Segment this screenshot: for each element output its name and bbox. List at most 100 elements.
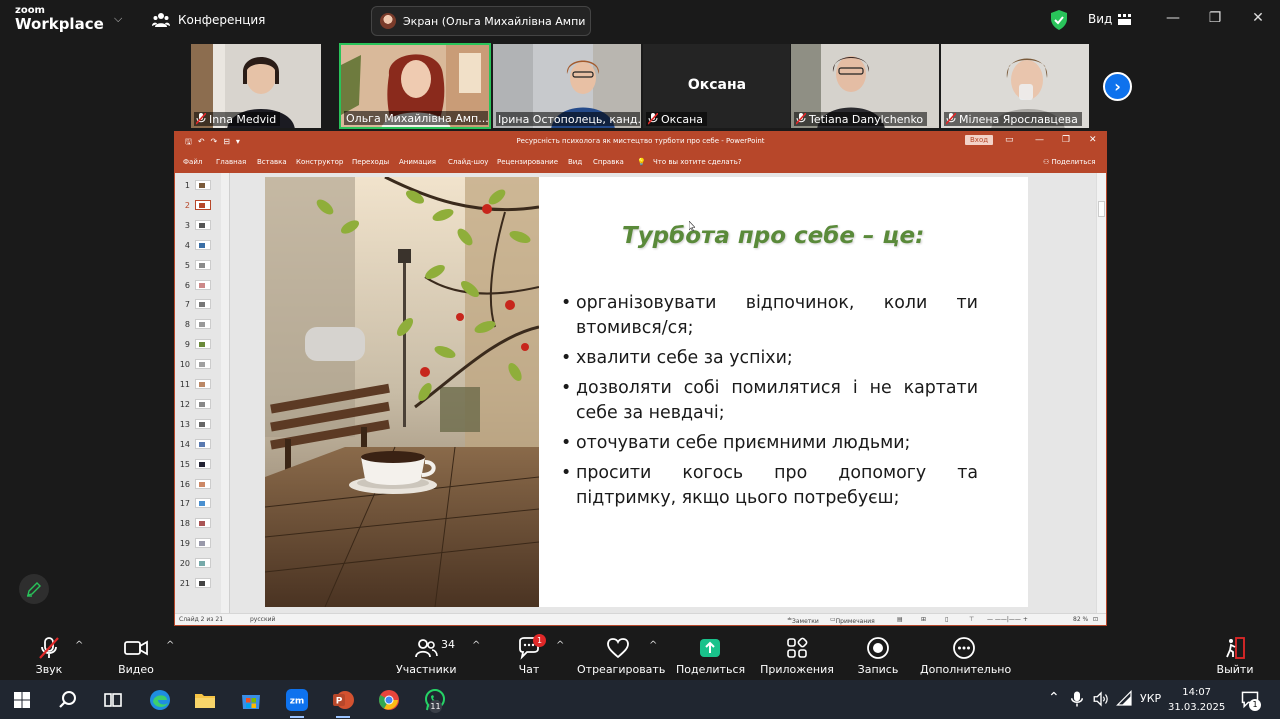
system-clock[interactable]: 14:07 31.03.2025	[1168, 685, 1225, 715]
tray-overflow-chevron-icon[interactable]: ⌃	[1048, 690, 1060, 706]
slide-thumbnail[interactable]: 19	[177, 536, 227, 552]
participant-tile[interactable]: Tetiana Danylchenko	[790, 43, 940, 129]
slide-thumbnail[interactable]: 10	[177, 357, 227, 373]
slide-thumbnail[interactable]: 14	[177, 437, 227, 453]
participant-tile[interactable]: Ірина Остополець, канд...	[492, 43, 642, 129]
view-button[interactable]: Вид	[1088, 12, 1132, 26]
slide-bullet-list[interactable]: організовувати відпочинок, коли ти втоми…	[561, 291, 978, 516]
chrome-browser-icon[interactable]	[377, 688, 401, 712]
slide-thumbnail[interactable]: 18	[177, 516, 227, 532]
participant-tile[interactable]: Оксана Оксана	[642, 43, 792, 129]
slide-thumbnail[interactable]: 20	[177, 556, 227, 572]
fit-slide-icon[interactable]: ⊡	[1093, 616, 1098, 623]
slide-scrollbar[interactable]	[1096, 173, 1106, 613]
search-icon[interactable]	[56, 688, 80, 712]
file-explorer-icon[interactable]	[193, 688, 217, 712]
video-button[interactable]: Видео	[112, 636, 160, 676]
slide-thumbnail[interactable]: 4	[177, 238, 227, 254]
tab-insert[interactable]: Вставка	[257, 158, 287, 166]
slide-thumbnail[interactable]: 15	[177, 457, 227, 473]
close-icon[interactable]: ✕	[1248, 10, 1268, 26]
slide-thumbnail[interactable]: 7	[177, 297, 227, 313]
participant-tile[interactable]: Inna Medvid	[190, 43, 322, 129]
slideshow-view-icon[interactable]: ⊤	[969, 616, 974, 623]
more-button[interactable]: Дополнительно	[920, 636, 1011, 676]
microsoft-store-icon[interactable]	[239, 688, 263, 712]
tab-animation[interactable]: Анимация	[399, 158, 436, 166]
tab-home[interactable]: Главная	[216, 158, 246, 166]
leave-button[interactable]: Выйти	[1214, 636, 1256, 676]
participant-tile[interactable]: Мілена Ярославцева	[940, 43, 1090, 129]
slide-thumbnail[interactable]: 1	[177, 178, 227, 194]
slide-thumbnail[interactable]: 12	[177, 397, 227, 413]
speaker-icon[interactable]	[1092, 690, 1110, 708]
tab-design[interactable]: Конструктор	[296, 158, 343, 166]
slide-thumbnail[interactable]: 3	[177, 218, 227, 234]
share-screen-button[interactable]: Поделиться	[676, 636, 745, 676]
scrollbar-thumb[interactable]	[1098, 201, 1105, 217]
next-participants-button[interactable]: ›	[1103, 72, 1132, 101]
react-button[interactable]: Отреагировать	[577, 636, 665, 676]
powerpoint-app-icon[interactable]: P	[331, 688, 355, 712]
tab-transitions[interactable]: Переходы	[352, 158, 389, 166]
zoom-slider[interactable]: — ——|—— +	[987, 616, 1028, 623]
record-button[interactable]: Запись	[856, 636, 900, 676]
slide-thumbnail[interactable]: 13	[177, 417, 227, 433]
task-view-icon[interactable]	[101, 688, 125, 712]
ribbon-display-icon[interactable]: ▭	[1005, 135, 1014, 145]
chat-options-caret[interactable]: ^	[556, 640, 564, 651]
restore-icon[interactable]: ❐	[1205, 10, 1225, 26]
wifi-icon[interactable]	[1116, 690, 1134, 708]
shield-check-icon[interactable]	[1050, 10, 1068, 30]
annotate-pen-button[interactable]	[19, 574, 49, 604]
slide-thumbnail[interactable]: 5	[177, 258, 227, 274]
participant-tile-active-speaker[interactable]: Ольга Михайлівна Амп...	[339, 43, 491, 129]
slide-thumbnail[interactable]: 11	[177, 377, 227, 393]
login-button[interactable]: Вход	[965, 135, 994, 145]
minimize-icon[interactable]: —	[1035, 135, 1044, 145]
slide-thumbnail[interactable]: 17	[177, 496, 227, 512]
microphone-icon[interactable]	[1068, 690, 1086, 708]
slide-thumbnail[interactable]: 16	[177, 477, 227, 493]
normal-view-icon[interactable]: ▤	[897, 616, 903, 623]
close-icon[interactable]: ✕	[1089, 135, 1097, 145]
edge-browser-icon[interactable]	[148, 688, 172, 712]
slide-thumbnail[interactable]: 8	[177, 317, 227, 333]
slide-thumbnail[interactable]: 6	[177, 278, 227, 294]
notes-button[interactable]: ≐ Заметки	[787, 616, 819, 625]
thumbnail-scrollbar[interactable]	[221, 173, 229, 613]
sorter-view-icon[interactable]: ⊞	[921, 616, 926, 623]
tab-file[interactable]: Файл	[183, 158, 202, 166]
mute-button[interactable]: Звук	[26, 636, 72, 676]
tell-me-search[interactable]: Что вы хотите сделать?	[653, 158, 742, 166]
zoom-logo[interactable]: zoom Workplace	[15, 6, 104, 32]
zoom-level[interactable]: 82 %	[1073, 616, 1088, 623]
slide-thumbnail[interactable]: 9	[177, 337, 227, 353]
reading-view-icon[interactable]: ▯	[945, 616, 948, 623]
tab-help[interactable]: Справка	[593, 158, 624, 166]
slide-thumbnail[interactable]: 2	[177, 198, 227, 214]
participants-options-caret[interactable]: ^	[472, 640, 480, 651]
minimize-icon[interactable]: —	[1163, 10, 1183, 26]
screen-share-indicator[interactable]: Экран (Ольга Михайлівна Ампи	[371, 6, 591, 36]
tab-view[interactable]: Вид	[568, 158, 582, 166]
restore-icon[interactable]: ❐	[1062, 135, 1070, 145]
slide-thumbnail[interactable]: 21	[177, 576, 227, 592]
audio-options-caret[interactable]: ^	[75, 640, 83, 651]
comments-button[interactable]: ▭ Примечания	[830, 616, 875, 625]
chevron-down-icon[interactable]: ⌵	[114, 12, 122, 26]
share-button[interactable]: ⚇ Поделиться	[1043, 158, 1096, 166]
slide-title[interactable]: Турбота про себе – це:	[622, 223, 924, 249]
keyboard-language[interactable]: УКР	[1140, 692, 1161, 705]
video-options-caret[interactable]: ^	[166, 640, 174, 651]
tab-slideshow[interactable]: Слайд-шоу	[448, 158, 488, 166]
zoom-app-icon[interactable]: zm	[285, 688, 309, 712]
tab-review[interactable]: Рецензирование	[497, 158, 558, 166]
status-language[interactable]: русский	[250, 616, 275, 623]
apps-button[interactable]: Приложения	[760, 636, 834, 676]
windows-start-icon[interactable]	[10, 688, 34, 712]
react-options-caret[interactable]: ^	[649, 640, 657, 651]
current-slide[interactable]: Турбота про себе – це: організовувати ві…	[265, 177, 1028, 607]
conference-button[interactable]: Конференция	[152, 12, 265, 28]
avatar	[380, 13, 396, 29]
